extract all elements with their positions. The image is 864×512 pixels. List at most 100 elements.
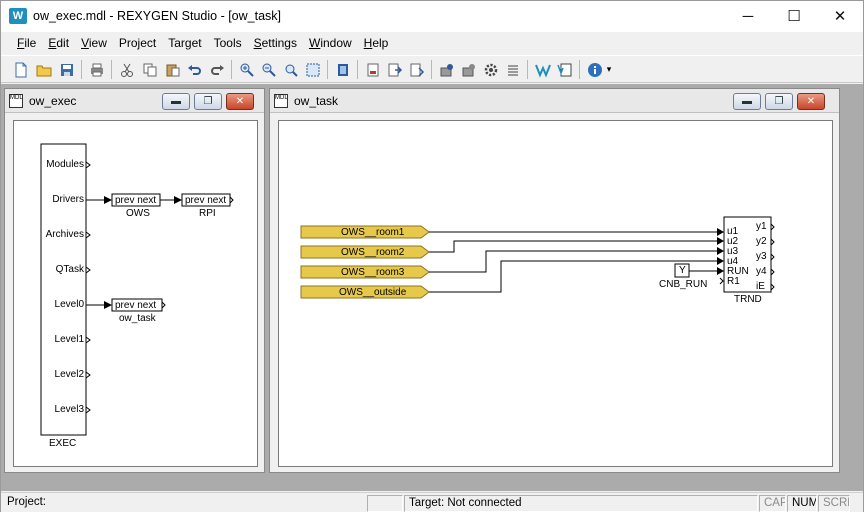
trnd-output-label: y2 — [756, 236, 767, 247]
trnd-input-label: R1 — [727, 276, 740, 287]
select-all-icon[interactable] — [303, 60, 323, 79]
rexygen-logo-icon: W — [9, 8, 27, 24]
rpi-block-label: prev next — [185, 195, 227, 206]
wire-arrow — [174, 196, 182, 204]
exec-port-label: Level1 — [54, 334, 84, 345]
exec-port-label: Modules — [46, 159, 84, 170]
menu-project[interactable]: Project — [113, 32, 162, 54]
title-bar[interactable]: W ow_exec.mdl - REXYGEN Studio - [ow_tas… — [1, 1, 863, 32]
status-bar: Project: Target: Not connected CAP NUM S… — [1, 492, 863, 512]
zoom-out-icon[interactable] — [259, 60, 279, 79]
child-restore-button[interactable]: ❐ — [194, 93, 222, 110]
inport-label: OWS__room3 — [341, 267, 405, 278]
status-empty-pane — [367, 495, 403, 512]
download-icon[interactable] — [385, 60, 405, 79]
minimize-button[interactable]: ─ — [725, 1, 771, 31]
ows-block-label: prev next — [115, 195, 157, 206]
close-button[interactable]: ✕ — [817, 1, 863, 31]
trnd-output-label: y4 — [756, 266, 767, 277]
zoom-in-icon[interactable] — [237, 60, 257, 79]
exec-port-marker — [85, 161, 91, 169]
toolbar-separator — [111, 60, 112, 79]
menu-settings[interactable]: Settings — [248, 32, 303, 54]
mdl-file-icon: MDL — [9, 94, 23, 108]
inport-label: OWS__room2 — [341, 247, 405, 258]
child-restore-button[interactable]: ❐ — [765, 93, 793, 110]
redo-icon[interactable] — [207, 60, 227, 79]
menu-window[interactable]: Window — [303, 32, 358, 54]
trnd-output-label: y3 — [756, 251, 767, 262]
settings-gear-icon[interactable] — [481, 60, 501, 79]
cnb-run-name: CNB_RUN — [659, 279, 708, 290]
menu-target[interactable]: Target — [162, 32, 207, 54]
trnd-output-label: y1 — [756, 221, 767, 232]
ow-task-block-label: prev next — [115, 300, 157, 311]
compile-icon[interactable] — [333, 60, 353, 79]
toolbar-separator — [81, 60, 82, 79]
inport-label: OWS__room1 — [341, 227, 405, 238]
menu-bar: File Edit View Project Target Tools Sett… — [1, 32, 863, 54]
exec-port-label: Drivers — [52, 194, 84, 205]
toolbar-separator — [357, 60, 358, 79]
target-disconnect-icon[interactable] — [459, 60, 479, 79]
menu-help[interactable]: Help — [358, 32, 395, 54]
toolbar: ▾ — [1, 55, 863, 83]
copy-icon[interactable] — [140, 60, 160, 79]
exec-port-marker — [85, 266, 91, 274]
wire-arrow — [717, 228, 724, 236]
child-close-button[interactable]: ✕ — [226, 93, 254, 110]
list-icon[interactable] — [503, 60, 523, 79]
exec-port-label: Archives — [45, 229, 84, 240]
task-window-titlebar[interactable]: MDL ow_task ▬ ❐ ✕ — [270, 89, 839, 113]
r1-port-marker — [719, 277, 724, 285]
status-cap: CAP — [759, 495, 786, 512]
task-diagram-canvas[interactable]: OWS__room1 OWS__room2 OWS__room3 OWS__ou… — [278, 120, 833, 467]
wire-arrow — [717, 247, 724, 255]
task-child-window[interactable]: MDL ow_task ▬ ❐ ✕ OWS__room1 OWS__room2 … — [269, 88, 840, 473]
exec-port-marker — [85, 336, 91, 344]
exec-block[interactable] — [40, 143, 87, 436]
cut-icon[interactable] — [117, 60, 137, 79]
wire-arrow — [104, 196, 112, 204]
cnb-run-value: Y — [679, 265, 686, 276]
trnd-output-label: iE — [756, 281, 765, 292]
exec-port-marker — [85, 371, 91, 379]
menu-edit[interactable]: Edit — [42, 32, 75, 54]
exec-port-label: Level3 — [54, 404, 84, 415]
menu-file[interactable]: File — [11, 32, 42, 54]
toolbar-separator — [431, 60, 432, 79]
exec-port-label: Level2 — [54, 369, 84, 380]
status-project: Project: — [7, 496, 46, 508]
build-icon[interactable] — [363, 60, 383, 79]
exec-window-titlebar[interactable]: MDL ow_exec ▬ ❐ ✕ — [5, 89, 264, 113]
hmi-icon[interactable] — [555, 60, 575, 79]
open-folder-icon[interactable] — [34, 60, 54, 79]
upload-icon[interactable] — [407, 60, 427, 79]
undo-icon[interactable] — [185, 60, 205, 79]
exec-port-label: QTask — [55, 264, 84, 275]
info-icon[interactable] — [585, 60, 605, 79]
save-icon[interactable] — [57, 60, 77, 79]
target-connect-icon[interactable] — [437, 60, 457, 79]
child-minimize-button[interactable]: ▬ — [733, 93, 761, 110]
zoom-fit-icon[interactable] — [281, 60, 301, 79]
maximize-button[interactable]: ☐ — [771, 1, 817, 31]
exec-child-window[interactable]: MDL ow_exec ▬ ❐ ✕ Modules Drivers Archiv… — [4, 88, 265, 473]
paste-icon[interactable] — [163, 60, 183, 79]
child-close-button[interactable]: ✕ — [797, 93, 825, 110]
rexygen-diagnostics-icon[interactable] — [533, 60, 553, 79]
menu-view[interactable]: View — [75, 32, 113, 54]
wire-arrow — [104, 301, 112, 309]
menu-tools[interactable]: Tools — [208, 32, 248, 54]
exec-port-marker — [85, 406, 91, 414]
new-file-icon[interactable] — [11, 60, 31, 79]
exec-diagram-canvas[interactable]: Modules Drivers Archives QTask Level0 Le… — [13, 120, 258, 467]
wire-arrow — [717, 267, 724, 275]
child-minimize-button[interactable]: ▬ — [162, 93, 190, 110]
mdi-workspace: MDL ow_exec ▬ ❐ ✕ Modules Drivers Archiv… — [1, 84, 863, 491]
ows-block-name: OWS — [126, 208, 150, 219]
chevron-down-icon[interactable]: ▾ — [603, 60, 615, 79]
exec-port-marker — [85, 231, 91, 239]
print-icon[interactable] — [87, 60, 107, 79]
rpi-block-name: RPI — [199, 208, 216, 219]
